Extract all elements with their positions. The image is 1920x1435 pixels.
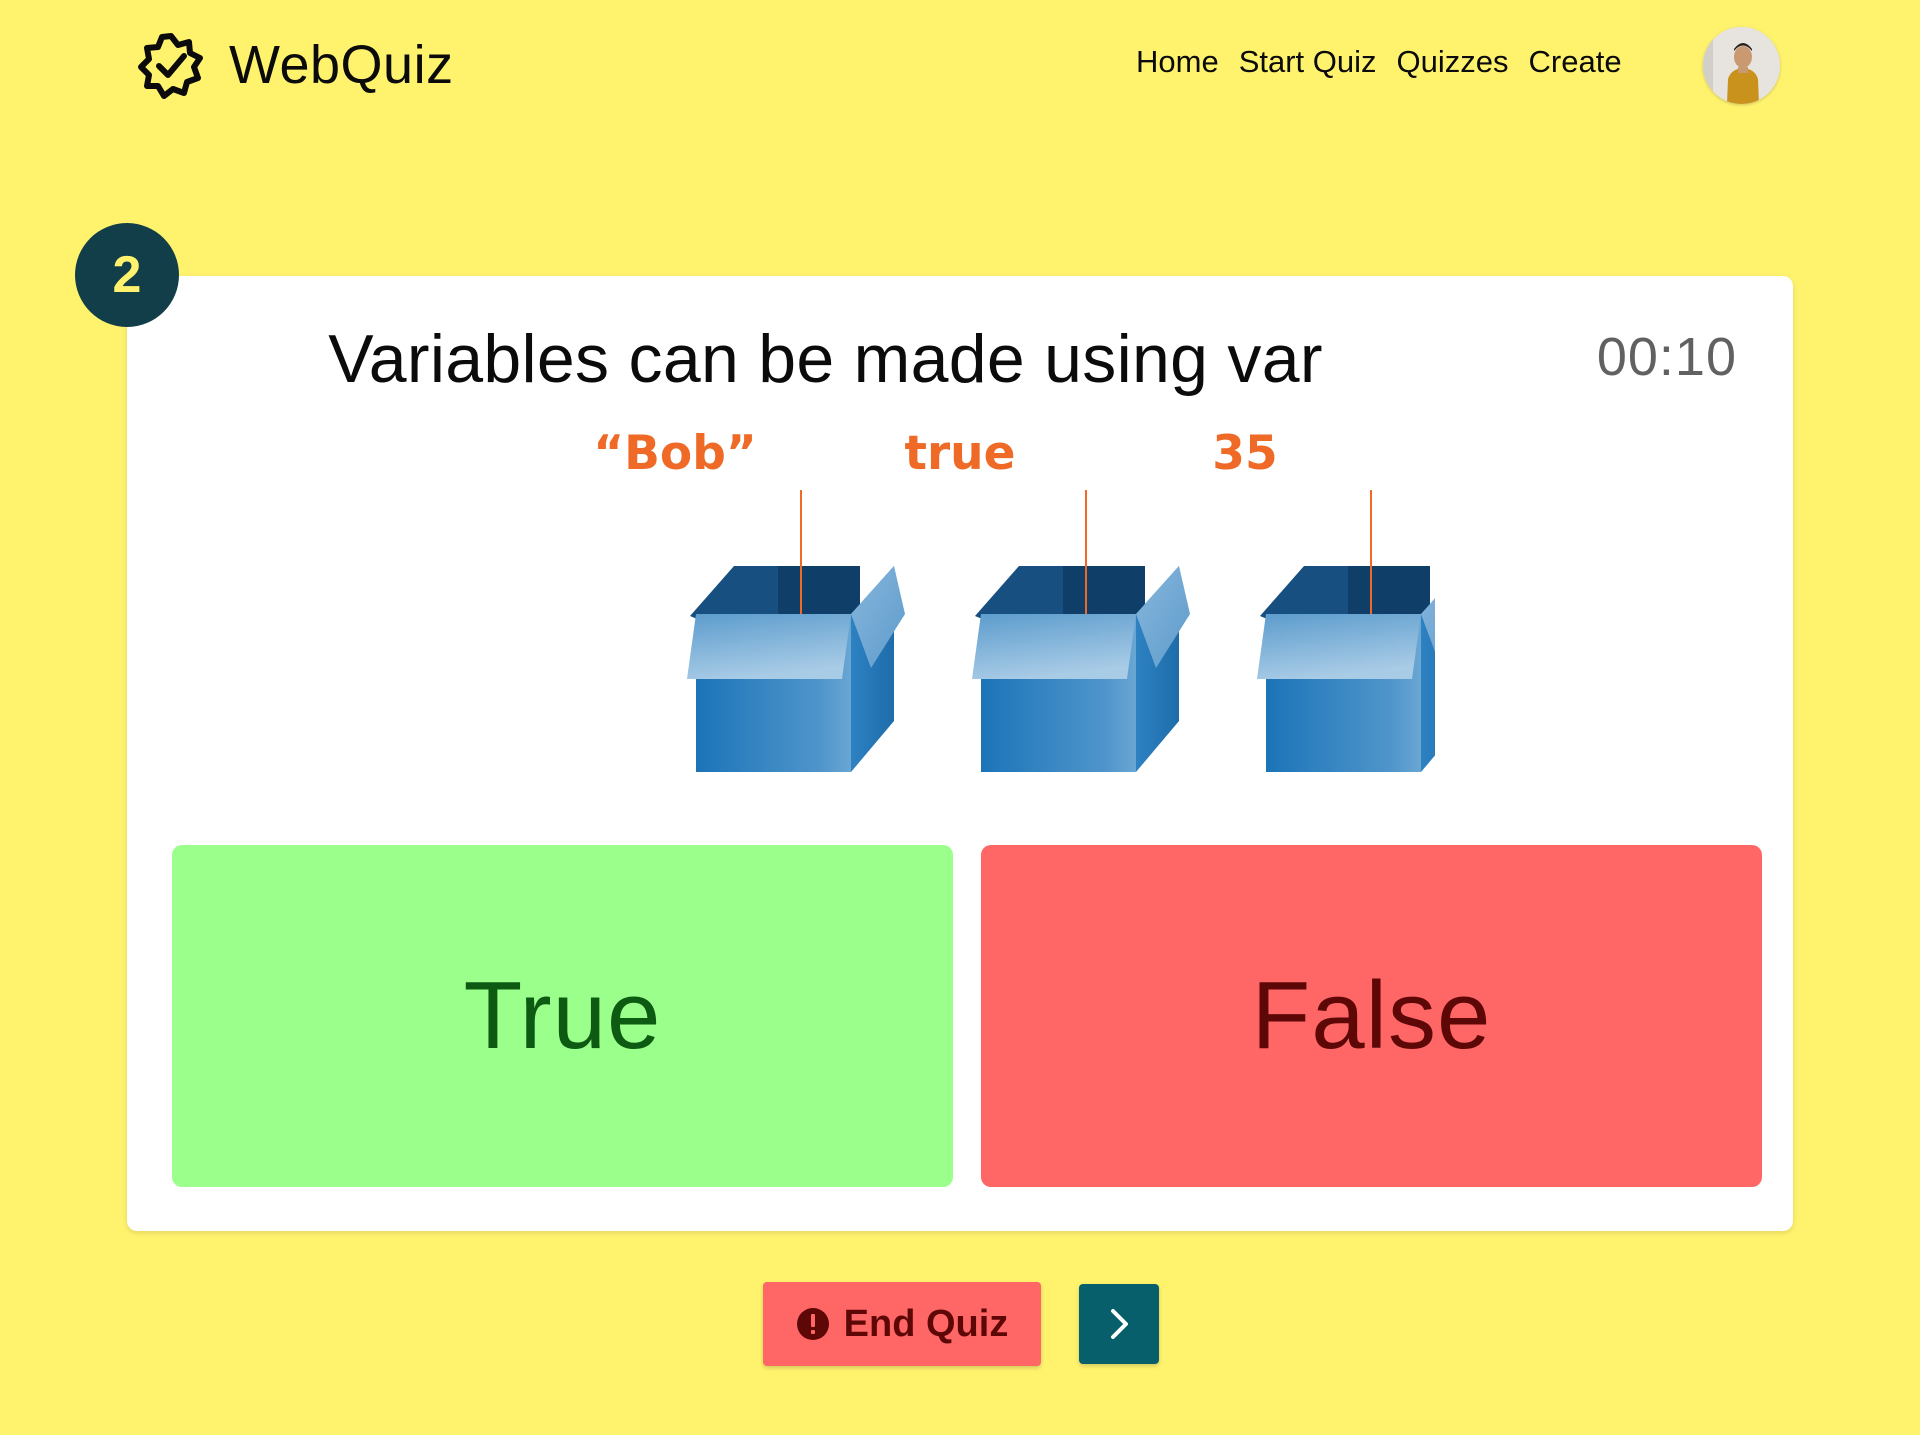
main-nav: Home Start Quiz Quizzes Create — [1136, 44, 1622, 80]
user-avatar[interactable] — [1703, 27, 1780, 104]
answer-options: True False — [172, 845, 1762, 1187]
end-quiz-button[interactable]: End Quiz — [763, 1282, 1041, 1366]
end-quiz-label: End Quiz — [843, 1302, 1009, 1345]
quiz-controls: End Quiz — [763, 1282, 1159, 1366]
answer-false-button[interactable]: False — [981, 845, 1762, 1187]
nav-home[interactable]: Home — [1136, 44, 1219, 80]
open-box-icon — [1217, 566, 1435, 772]
question-number-badge: 2 — [75, 223, 179, 327]
chevron-right-icon — [1102, 1307, 1136, 1341]
nav-create[interactable]: Create — [1529, 44, 1622, 80]
countdown-timer: 00:10 — [1596, 327, 1737, 387]
open-box-icon — [647, 566, 905, 772]
answer-true-button[interactable]: True — [172, 845, 953, 1187]
quiz-card: Variables can be made using var 00:10 “B… — [127, 276, 1793, 1231]
alert-circle-icon — [796, 1307, 830, 1341]
nav-start-quiz[interactable]: Start Quiz — [1239, 44, 1377, 80]
open-box-icon — [932, 566, 1190, 772]
nav-quizzes[interactable]: Quizzes — [1397, 44, 1509, 80]
question-text: Variables can be made using var — [328, 321, 1323, 397]
brand-name: WebQuiz — [229, 35, 454, 95]
next-question-button[interactable] — [1079, 1284, 1159, 1364]
verified-gear-icon — [137, 31, 205, 99]
brand-link[interactable]: WebQuiz — [137, 30, 454, 100]
